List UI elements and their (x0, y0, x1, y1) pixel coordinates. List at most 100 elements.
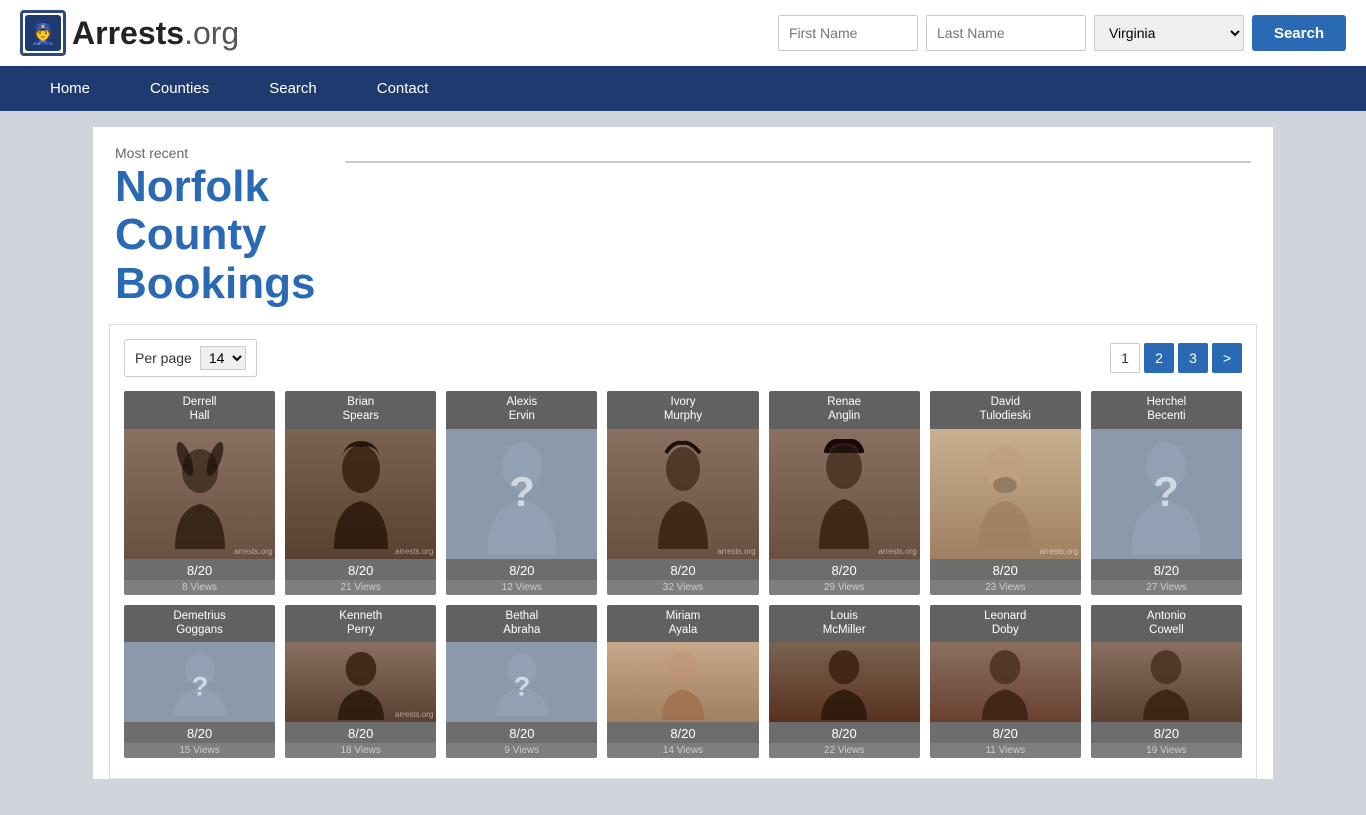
main-nav: Home Counties Search Contact (0, 66, 1366, 111)
mugshot-card[interactable]: IvoryMurphy arrests.org 8/20 32 Views (607, 391, 758, 595)
mugshot-views: 12 Views (446, 580, 597, 595)
mugshot-photo (769, 642, 920, 722)
mugshot-photo: arrests.org (285, 642, 436, 722)
mugshot-photo: arrests.org (930, 429, 1081, 559)
mugshot-views: 32 Views (607, 580, 758, 595)
page-next[interactable]: > (1212, 343, 1242, 373)
mugshot-views: 27 Views (1091, 580, 1242, 595)
mugshot-card[interactable]: BrianSpears arrests.org 8/20 21 Views (285, 391, 436, 595)
mugshot-date: 8/20 (769, 722, 920, 743)
mugshot-name: BrianSpears (285, 391, 436, 429)
watermark: arrests.org (717, 547, 755, 556)
watermark: arrests.org (395, 547, 433, 556)
mugshots-row-1: DerrellHall arrests.org 8/20 8 Views (124, 391, 1242, 595)
bookings-section: Per page 10 14 20 50 1 2 3 > (109, 324, 1257, 779)
first-name-input[interactable] (778, 15, 918, 51)
site-logo[interactable]: 👮 Arrests.org (20, 10, 239, 56)
mugshot-photo: ? (446, 429, 597, 559)
per-page-select[interactable]: 10 14 20 50 (200, 346, 246, 370)
mugshot-name: LeonardDoby (930, 605, 1081, 643)
mugshot-card[interactable]: HerchelBecenti ? 8/20 27 Views (1091, 391, 1242, 595)
last-name-input[interactable] (926, 15, 1086, 51)
mugshot-card[interactable]: BethalAbraha ? 8/20 9 Views (446, 605, 597, 759)
mugshot-card[interactable]: DerrellHall arrests.org 8/20 8 Views (124, 391, 275, 595)
header-search-button[interactable]: Search (1252, 15, 1346, 51)
mugshot-name: HerchelBecenti (1091, 391, 1242, 429)
nav-home[interactable]: Home (20, 66, 120, 111)
person-silhouette (648, 439, 718, 549)
svg-text:?: ? (1154, 468, 1180, 515)
mugshot-card[interactable]: AntonioCowell 8/20 19 Views (1091, 605, 1242, 759)
nav-search[interactable]: Search (239, 66, 347, 111)
person-silhouette (809, 439, 879, 549)
person-silhouette (165, 439, 235, 549)
nav-contact[interactable]: Contact (347, 66, 459, 111)
mugshot-views: 11 Views (930, 743, 1081, 758)
person-silhouette (326, 439, 396, 549)
mugshot-date: 8/20 (1091, 559, 1242, 580)
mugshot-date: 8/20 (930, 722, 1081, 743)
county-title-section: Most recent Norfolk County Bookings (115, 145, 345, 308)
mugshot-date: 8/20 (446, 722, 597, 743)
mugshot-photo: arrests.org (285, 429, 436, 559)
mugshot-date: 8/20 (1091, 722, 1242, 743)
no-photo-silhouette: ? (1126, 434, 1206, 554)
watermark: arrests.org (878, 547, 916, 556)
mugshot-name: DerrellHall (124, 391, 275, 429)
state-select[interactable]: Virginia Alabama Alaska Arizona Californ… (1094, 15, 1244, 51)
mugshot-date: 8/20 (124, 559, 275, 580)
svg-text:?: ? (509, 468, 535, 515)
svg-text:?: ? (514, 671, 531, 701)
nav-counties[interactable]: Counties (120, 66, 239, 111)
mugshot-date: 8/20 (769, 559, 920, 580)
mugshot-name: LouisMcMiller (769, 605, 920, 643)
mugshot-photo: ? (446, 642, 597, 722)
mugshot-photo (930, 642, 1081, 722)
watermark: arrests.org (234, 547, 272, 556)
mugshot-card[interactable]: LeonardDoby 8/20 11 Views (930, 605, 1081, 759)
mugshot-card[interactable]: LouisMcMiller 8/20 22 Views (769, 605, 920, 759)
county-title: Norfolk County Bookings (115, 163, 345, 308)
mugshot-card[interactable]: AlexisErvin ? 8/20 12 Views (446, 391, 597, 595)
mugshot-date: 8/20 (607, 722, 758, 743)
mugshot-photo: ? (124, 642, 275, 722)
mugshot-views: 18 Views (285, 743, 436, 758)
mugshot-name: DemetriusGoggans (124, 605, 275, 643)
per-page-label: Per page (135, 350, 192, 366)
page-2[interactable]: 2 (1144, 343, 1174, 373)
mugshot-date: 8/20 (285, 559, 436, 580)
page-1[interactable]: 1 (1110, 343, 1140, 373)
header-search-form: Virginia Alabama Alaska Arizona Californ… (778, 15, 1346, 51)
mugshot-views: 29 Views (769, 580, 920, 595)
mugshot-photo: arrests.org (124, 429, 275, 559)
mugshot-photo (1091, 642, 1242, 722)
mugshot-card[interactable]: MiriamAyala 8/20 14 Views (607, 605, 758, 759)
mugshot-views: 19 Views (1091, 743, 1242, 758)
mugshot-views: 22 Views (769, 743, 920, 758)
mugshot-name: AntonioCowell (1091, 605, 1242, 643)
watermark: arrests.org (395, 710, 433, 719)
mugshot-date: 8/20 (930, 559, 1081, 580)
most-recent-label: Most recent (115, 145, 345, 161)
mugshot-card[interactable]: KennethPerry arrests.org 8/20 18 Views (285, 605, 436, 759)
mugshot-name: MiriamAyala (607, 605, 758, 643)
mugshot-views: 9 Views (446, 743, 597, 758)
person-silhouette (653, 645, 713, 720)
logo-icon: 👮 (20, 10, 66, 56)
page-3[interactable]: 3 (1178, 343, 1208, 373)
mugshot-views: 21 Views (285, 580, 436, 595)
mugshot-photo (607, 642, 758, 722)
mugshot-card[interactable]: RenaeAnglin arrests.org 8/20 29 Views (769, 391, 920, 595)
no-photo-silhouette: ? (482, 434, 562, 554)
person-silhouette (975, 645, 1035, 720)
svg-text:👮: 👮 (31, 22, 56, 46)
mugshot-views: 23 Views (930, 580, 1081, 595)
person-silhouette (814, 645, 874, 720)
person-silhouette (970, 439, 1040, 549)
mugshot-card[interactable]: DavidTulodieski arrests.org 8/20 23 View… (930, 391, 1081, 595)
watermark: arrests.org (1040, 547, 1078, 556)
person-silhouette (331, 645, 391, 720)
mugshot-card[interactable]: DemetriusGoggans ? 8/20 15 Views (124, 605, 275, 759)
svg-text:?: ? (191, 671, 208, 701)
mugshot-date: 8/20 (446, 559, 597, 580)
